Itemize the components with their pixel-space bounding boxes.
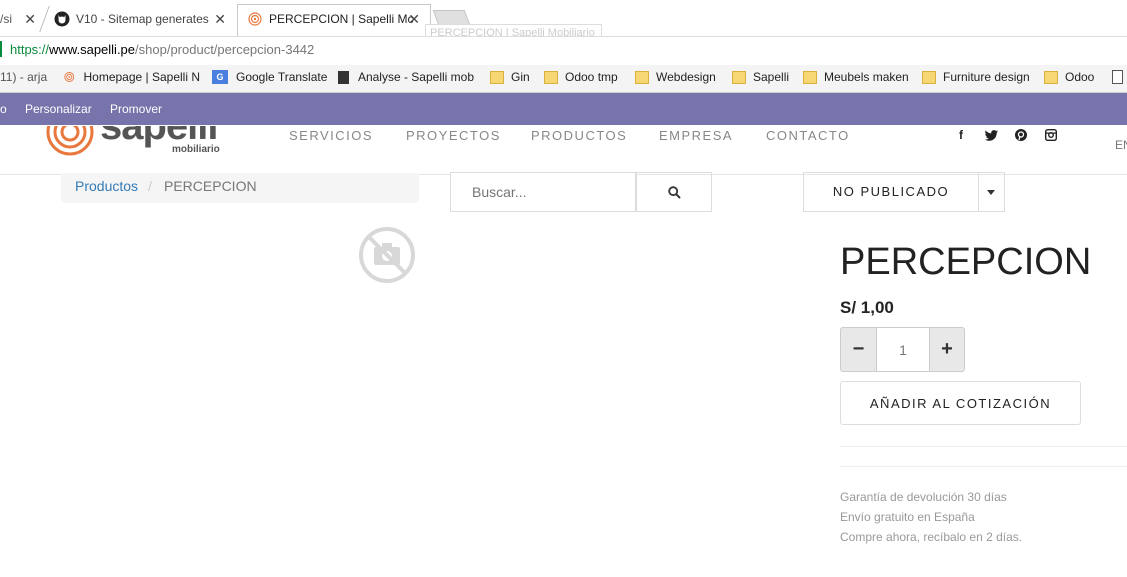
- quantity-decrease-button[interactable]: −: [840, 327, 877, 372]
- bookmark-label: Meubels maken: [824, 70, 909, 84]
- search-input[interactable]: [450, 172, 636, 212]
- divider: [840, 466, 1127, 467]
- bookmark-item[interactable]: Analyse - Sapelli mob: [338, 70, 474, 84]
- bookmark-label: Sapelli: [753, 70, 790, 84]
- folder-icon: [803, 70, 817, 84]
- bookmark-folder[interactable]: Odoo: [1044, 70, 1094, 84]
- twitter-icon[interactable]: [985, 130, 998, 141]
- info-delivery: Compre ahora, recíbalo en 2 días.: [840, 530, 1023, 544]
- bookmark-folder[interactable]: Webdesign: [635, 70, 716, 84]
- bookmark-label: Odoo tmp: [565, 70, 618, 84]
- tab-title: /si: [0, 12, 12, 26]
- url-scheme: https://: [10, 42, 50, 57]
- tab-divider: [39, 6, 50, 32]
- bookmark-label: Gin: [511, 70, 530, 84]
- browser-tab-strip: /si ✕ V10 - Sitemap generates ✕ PERCEPCI…: [0, 0, 1127, 44]
- tab-2[interactable]: V10 - Sitemap generates ✕: [54, 4, 232, 34]
- breadcrumb-link-products[interactable]: Productos: [75, 178, 138, 194]
- secure-indicator: [0, 41, 2, 57]
- bookmark-label: 11) - arja: [0, 70, 48, 84]
- breadcrumb: Productos / PERCEPCION: [61, 173, 419, 203]
- quantity-increase-button[interactable]: +: [929, 327, 965, 372]
- product-title: PERCEPCION: [840, 241, 1092, 283]
- add-to-quote-button[interactable]: AÑADIR AL COTIZACIÓN: [840, 381, 1081, 425]
- tab-1[interactable]: /si ✕: [0, 4, 40, 34]
- nav-proyectos[interactable]: PROYECTOS: [406, 128, 501, 143]
- search-button[interactable]: [636, 172, 712, 212]
- tab-3-active[interactable]: PERCEPCION | Sapelli Mc ✕: [248, 4, 426, 34]
- nav-productos[interactable]: PRODUCTOS: [531, 128, 627, 143]
- url-path: /shop/product/percepcion-3442: [135, 42, 315, 57]
- no-image-placeholder-icon: [359, 227, 415, 283]
- instagram-icon[interactable]: [1045, 129, 1057, 141]
- logo-subtitle: mobiliario: [172, 144, 220, 155]
- sapelli-logo-icon: [46, 126, 94, 156]
- folder-icon: [490, 70, 504, 84]
- url-text[interactable]: https://www.sapelli.pe/shop/product/perc…: [10, 42, 314, 57]
- analytics-icon: [338, 70, 349, 84]
- website-editor-bar: o Personalizar Promover: [0, 93, 1127, 125]
- bookmark-label: Webdesign: [656, 70, 716, 84]
- language-selector[interactable]: EN: [1115, 138, 1127, 152]
- breadcrumb-separator: /: [148, 178, 152, 194]
- bookmark-item[interactable]: [1112, 70, 1123, 84]
- tab-title: V10 - Sitemap generates: [76, 12, 209, 26]
- quantity-input[interactable]: [877, 327, 929, 372]
- editbar-item[interactable]: o: [0, 102, 7, 116]
- bookmark-label: Homepage | Sapelli N: [83, 70, 200, 84]
- info-free-shipping: Envío gratuito en España: [840, 510, 975, 524]
- caret-down-icon: [987, 190, 995, 195]
- bookmark-item[interactable]: Homepage | Sapelli N: [64, 70, 200, 84]
- publish-dropdown-toggle[interactable]: [978, 172, 1005, 212]
- bookmark-folder[interactable]: Gin: [490, 70, 530, 84]
- promote-menu[interactable]: Promover: [110, 102, 162, 116]
- info-guarantee: Garantía de devolución 30 días: [840, 490, 1007, 504]
- sapelli-favicon-icon: [64, 72, 75, 82]
- publish-label: NO PUBLICADO: [832, 184, 950, 199]
- bookmark-label: Analyse - Sapelli mob: [357, 70, 474, 84]
- bookmark-folder[interactable]: Meubels maken: [803, 70, 909, 84]
- github-icon: [54, 11, 70, 27]
- product-price: S/ 1,00: [840, 298, 894, 317]
- bookmarks-bar: 11) - arja Homepage | Sapelli N G Google…: [0, 65, 1127, 93]
- publish-toggle-button[interactable]: NO PUBLICADO: [803, 172, 979, 212]
- pinterest-icon[interactable]: [1015, 129, 1027, 141]
- sapelli-favicon-icon: [248, 12, 262, 26]
- tab-title: PERCEPCION | Sapelli Mc: [269, 12, 414, 26]
- url-host: www.sapelli.pe: [49, 42, 136, 57]
- divider: [840, 446, 1127, 447]
- folder-icon: [922, 70, 936, 84]
- search-icon: [668, 186, 681, 199]
- close-icon[interactable]: ✕: [24, 11, 36, 28]
- customize-menu[interactable]: Personalizar: [25, 102, 92, 116]
- facebook-icon[interactable]: f: [959, 128, 963, 142]
- folder-icon: [1044, 70, 1058, 84]
- site-header: sapelli mobiliario SERVICIOS PROYECTOS P…: [0, 126, 1127, 175]
- bookmark-folder[interactable]: Sapelli: [732, 70, 789, 84]
- logo-mark[interactable]: [46, 126, 94, 156]
- plus-icon: +: [941, 338, 953, 360]
- bookmark-item[interactable]: 11) - arja: [0, 70, 47, 84]
- folder-icon: [732, 70, 746, 84]
- minus-icon: −: [852, 338, 865, 360]
- nav-contacto[interactable]: CONTACTO: [766, 128, 850, 143]
- nav-servicios[interactable]: SERVICIOS: [289, 128, 373, 143]
- bookmark-folder[interactable]: Odoo tmp: [544, 70, 618, 84]
- bookmark-label: Google Translate: [236, 70, 328, 84]
- google-translate-icon: G: [212, 70, 228, 84]
- folder-icon: [635, 70, 649, 84]
- bookmark-folder[interactable]: Furniture design: [922, 70, 1030, 84]
- bookmark-item[interactable]: G Google Translate: [212, 70, 327, 84]
- bookmark-label: Furniture design: [943, 70, 1030, 84]
- page-icon: [1112, 70, 1123, 84]
- bookmark-label: Odoo: [1065, 70, 1095, 84]
- add-to-quote-label: AÑADIR AL COTIZACIÓN: [869, 396, 1052, 411]
- close-icon[interactable]: ✕: [408, 11, 420, 28]
- close-icon[interactable]: ✕: [214, 11, 226, 28]
- breadcrumb-current: PERCEPCION: [164, 178, 257, 194]
- nav-empresa[interactable]: EMPRESA: [659, 128, 733, 143]
- folder-icon: [544, 70, 558, 84]
